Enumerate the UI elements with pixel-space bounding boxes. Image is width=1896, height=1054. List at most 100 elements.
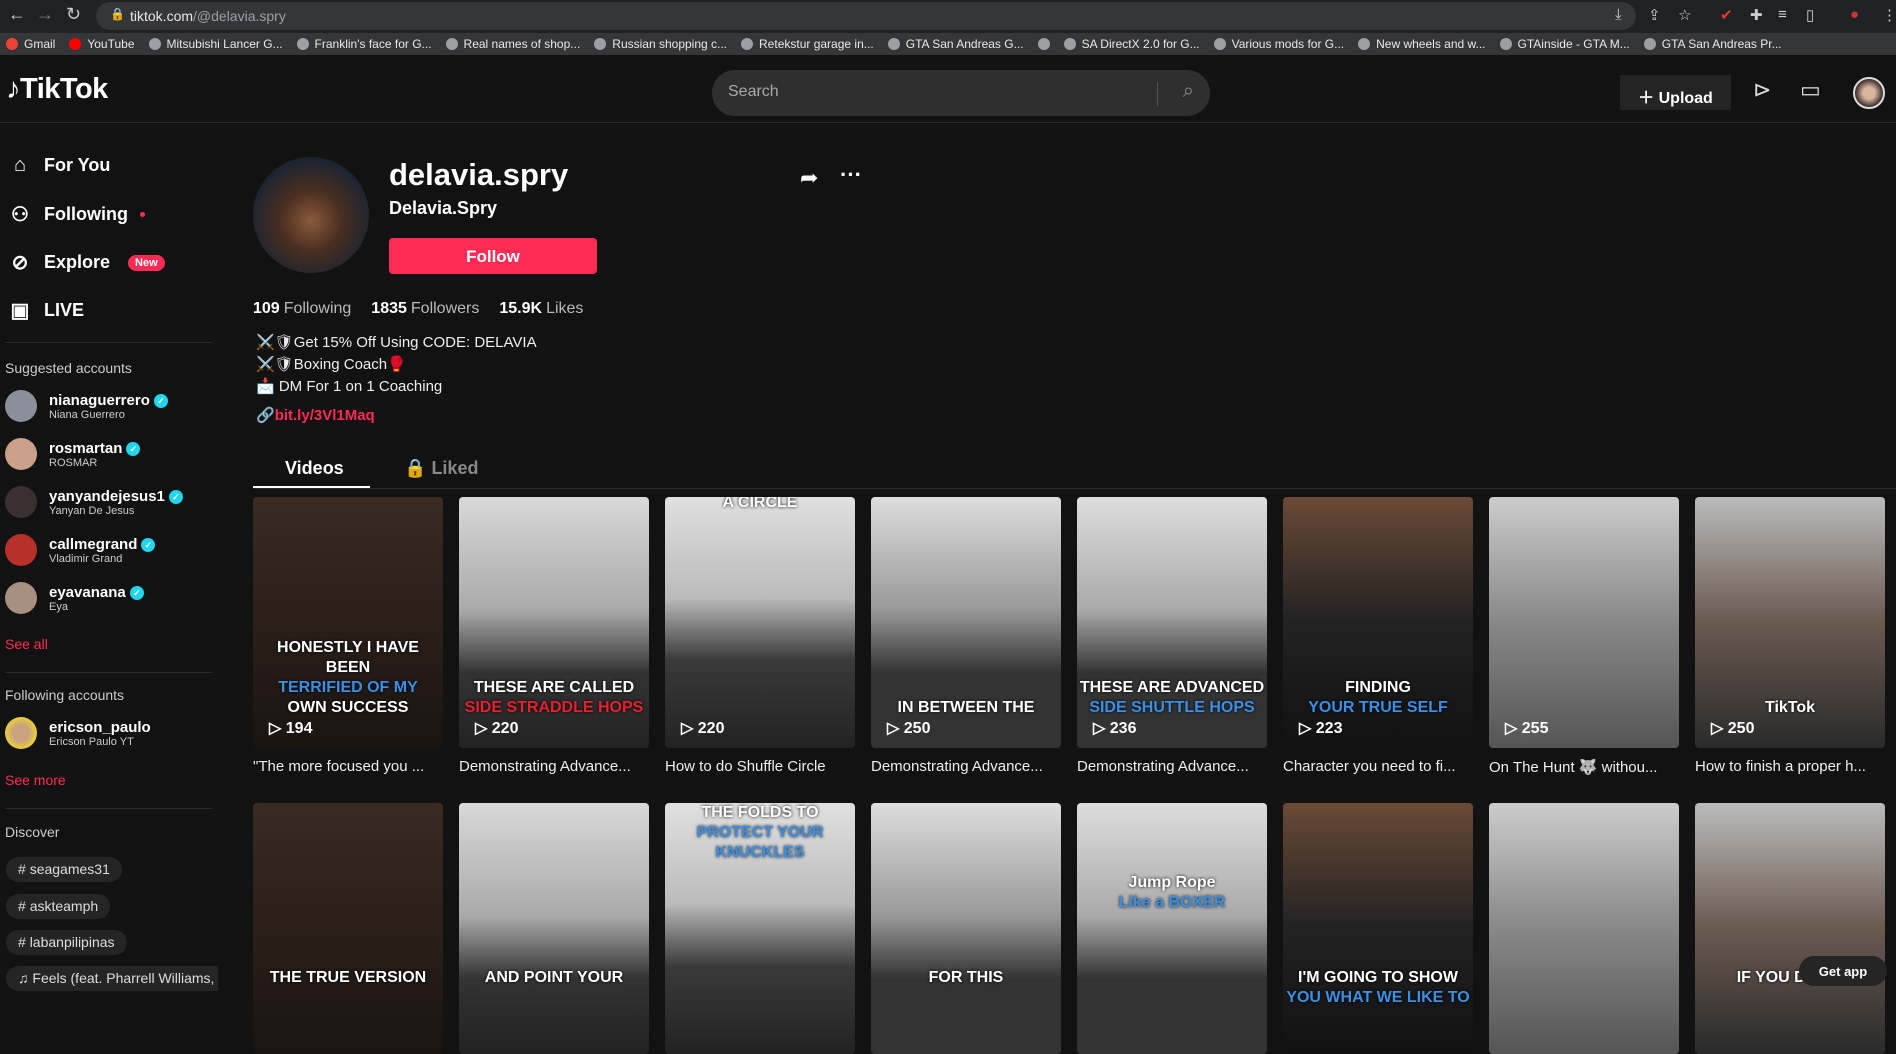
video-item[interactable]: THESE ARE ADVANCED SIDE SHUTTLE HOPS ▷ 236… [1077, 497, 1267, 775]
tab-videos[interactable]: Videos [285, 458, 344, 479]
video-thumbnail[interactable]: THESE ARE ADVANCED SIDE SHUTTLE HOPS ▷ 236 [1077, 497, 1267, 748]
video-caption[interactable]: How to do Shuffle Circle [665, 758, 855, 775]
video-item[interactable]: A CIRCLE ▷ 220 How to do Shuffle Circle [665, 497, 855, 775]
video-caption[interactable]: "The more focused you ... [253, 758, 443, 775]
nav-live[interactable]: ▣ LIVE [8, 298, 84, 323]
video-item[interactable]: Jump Rope Like a BOXER [1077, 803, 1267, 1054]
upload-button[interactable]: ＋ Upload [1620, 75, 1731, 110]
inbox-icon[interactable]: ▭ [1800, 77, 1821, 103]
account-username: eyavanana [49, 583, 126, 601]
suggested-account[interactable]: rosmartan ✓ ROSMAR [5, 438, 141, 470]
bookmark-item[interactable]: GTA San Andreas Pr... [1643, 37, 1782, 51]
video-item[interactable]: AND POINT YOUR [459, 803, 649, 1054]
video-thumbnail[interactable]: THE TRUE VERSION [253, 803, 443, 1054]
video-item[interactable]: I'M GOING TO SHOW YOU WHAT WE LIKE TO [1283, 803, 1473, 1054]
bookmark-item[interactable] [1037, 38, 1050, 50]
followers-stat[interactable]: 1835 Followers [371, 300, 479, 318]
video-thumbnail[interactable]: Jump Rope Like a BOXER [1077, 803, 1267, 1054]
bookmark-item[interactable]: New wheels and w... [1358, 37, 1486, 51]
discover-tag[interactable]: # labanpilipinas [6, 930, 127, 955]
bookmark-item[interactable]: Retekstur garage in... [741, 37, 874, 51]
tab-liked[interactable]: 🔒 Liked [404, 458, 478, 479]
video-item[interactable]: IF YOU DON'T [1695, 803, 1885, 1054]
video-item[interactable]: FOR THIS [871, 803, 1061, 1054]
video-thumbnail[interactable]: THE FOLDS TO PROTECT YOUR KNUCKLES [665, 803, 855, 1054]
video-item[interactable]: ▷ 255 On The Hunt 🐺 withou... [1489, 497, 1679, 776]
share-page-icon[interactable]: ⇪ [1648, 6, 1661, 24]
video-thumbnail[interactable]: A CIRCLE ▷ 220 [665, 497, 855, 748]
nav-for-you[interactable]: ⌂ For You [8, 154, 110, 177]
bookmark-item[interactable]: YouTube [69, 37, 135, 51]
user-avatar[interactable] [1853, 77, 1885, 109]
search-icon[interactable]: ⌕ [1183, 80, 1194, 103]
video-caption[interactable]: Demonstrating Advance... [1077, 758, 1267, 775]
bookmark-item[interactable]: Russian shopping c... [594, 37, 727, 51]
video-caption[interactable]: Demonstrating Advance... [871, 758, 1061, 775]
video-thumbnail[interactable]: THESE ARE CALLED SIDE STRADDLE HOPS ▷ 220 [459, 497, 649, 748]
messages-icon[interactable]: ⊳ [1753, 77, 1771, 103]
following-account[interactable]: ericson_paulo Ericson Paulo YT [5, 717, 151, 749]
extensions-icon[interactable]: ✚ [1750, 6, 1763, 24]
video-thumbnail[interactable]: TikTok ▷ 250 [1695, 497, 1885, 748]
forward-icon[interactable]: → [36, 4, 54, 25]
bookmark-item[interactable]: GTAinside - GTA M... [1499, 37, 1630, 51]
see-more-link[interactable]: See more [5, 772, 66, 788]
discover-tag[interactable]: # seagames31 [6, 857, 122, 882]
video-item[interactable]: THESE ARE CALLED SIDE STRADDLE HOPS ▷ 220 D… [459, 497, 649, 775]
video-thumbnail[interactable]: ▷ 255 [1489, 497, 1679, 748]
reload-icon[interactable]: ↻ [66, 4, 81, 25]
video-thumbnail[interactable] [1489, 803, 1679, 1054]
video-thumbnail[interactable]: I'M GOING TO SHOW YOU WHAT WE LIKE TO [1283, 803, 1473, 1054]
menu-icon[interactable]: ⋮ [1882, 6, 1896, 24]
video-item[interactable]: FINDING YOUR TRUE SELF ▷ 223 Character you … [1283, 497, 1473, 775]
video-item[interactable]: TikTok ▷ 250 How to finish a proper h... [1695, 497, 1885, 775]
video-thumbnail[interactable]: FINDING YOUR TRUE SELF ▷ 223 [1283, 497, 1473, 748]
back-icon[interactable]: ← [8, 4, 26, 25]
search-input[interactable]: Search ⌕ [712, 70, 1210, 116]
video-item[interactable] [1489, 803, 1679, 1054]
nav-following[interactable]: ⚇ Following [8, 202, 145, 227]
following-stat[interactable]: 109 Following [253, 300, 351, 318]
video-caption[interactable]: Character you need to fi... [1283, 758, 1473, 775]
discover-music[interactable]: ♫ Feels (feat. Pharrell Williams, Ka [6, 966, 218, 991]
profile-icon[interactable]: ● [1850, 6, 1859, 23]
more-options-icon[interactable]: ··· [840, 162, 862, 188]
discover-tag[interactable]: # askteamph [6, 894, 111, 919]
video-item[interactable]: IN BETWEEN THE ▷ 250 Demonstrating Advance… [871, 497, 1061, 775]
suggested-account[interactable]: eyavanana ✓ Eya [5, 582, 144, 614]
reading-list-icon[interactable]: ≡ [1778, 6, 1787, 23]
video-thumbnail[interactable]: IN BETWEEN THE ▷ 250 [871, 497, 1061, 748]
nav-explore[interactable]: ⊘ Explore New [8, 250, 165, 275]
see-all-link[interactable]: See all [5, 636, 48, 652]
extension-check-icon[interactable]: ✔ [1720, 6, 1733, 24]
video-caption[interactable]: Demonstrating Advance... [459, 758, 649, 775]
bookmark-item[interactable]: Real names of shop... [445, 37, 580, 51]
suggested-account[interactable]: callmegrand ✓ Vladimir Grand [5, 534, 156, 566]
suggested-account[interactable]: yanyandejesus1 ✓ Yanyan De Jesus [5, 486, 183, 518]
bookmark-item[interactable]: Gmail [6, 37, 55, 51]
bookmark-item[interactable]: Mitsubishi Lancer G... [148, 37, 283, 51]
video-item[interactable]: THE TRUE VERSION [253, 803, 443, 1054]
video-item[interactable]: HONESTLY I HAVE BEEN TERRIFIED OF MY OWN S… [253, 497, 443, 775]
follow-button[interactable]: Follow [389, 238, 597, 274]
share-icon[interactable]: ➦ [800, 165, 818, 191]
tiktok-logo[interactable]: ♪TikTok [6, 73, 108, 106]
video-thumbnail[interactable]: AND POINT YOUR [459, 803, 649, 1054]
bookmark-item[interactable]: GTA San Andreas G... [887, 37, 1024, 51]
video-thumbnail[interactable]: IF YOU DON'T [1695, 803, 1885, 1054]
bookmark-item[interactable]: Various mods for G... [1213, 37, 1344, 51]
video-caption[interactable]: How to finish a proper h... [1695, 758, 1885, 775]
suggested-account[interactable]: nianaguerrero ✓ Niana Guerrero [5, 390, 168, 422]
bio-link[interactable]: 🔗bit.ly/3Vl1Maq [256, 406, 375, 424]
video-item[interactable]: THE FOLDS TO PROTECT YOUR KNUCKLES [665, 803, 855, 1054]
video-thumbnail[interactable]: FOR THIS [871, 803, 1061, 1054]
address-bar[interactable]: 🔒 tiktok.com/@delavia.spry [96, 2, 1636, 30]
bookmark-star-icon[interactable]: ☆ [1678, 6, 1691, 24]
install-icon[interactable]: ⤓ [1615, 6, 1622, 23]
get-app-button[interactable]: Get app [1799, 956, 1887, 986]
bookmark-item[interactable]: Franklin's face for G... [296, 37, 432, 51]
video-thumbnail[interactable]: HONESTLY I HAVE BEEN TERRIFIED OF MY OWN S… [253, 497, 443, 748]
bookmark-item[interactable]: SA DirectX 2.0 for G... [1063, 37, 1200, 51]
video-caption[interactable]: On The Hunt 🐺 withou... [1489, 758, 1679, 776]
side-panel-icon[interactable]: ▯ [1806, 6, 1814, 24]
